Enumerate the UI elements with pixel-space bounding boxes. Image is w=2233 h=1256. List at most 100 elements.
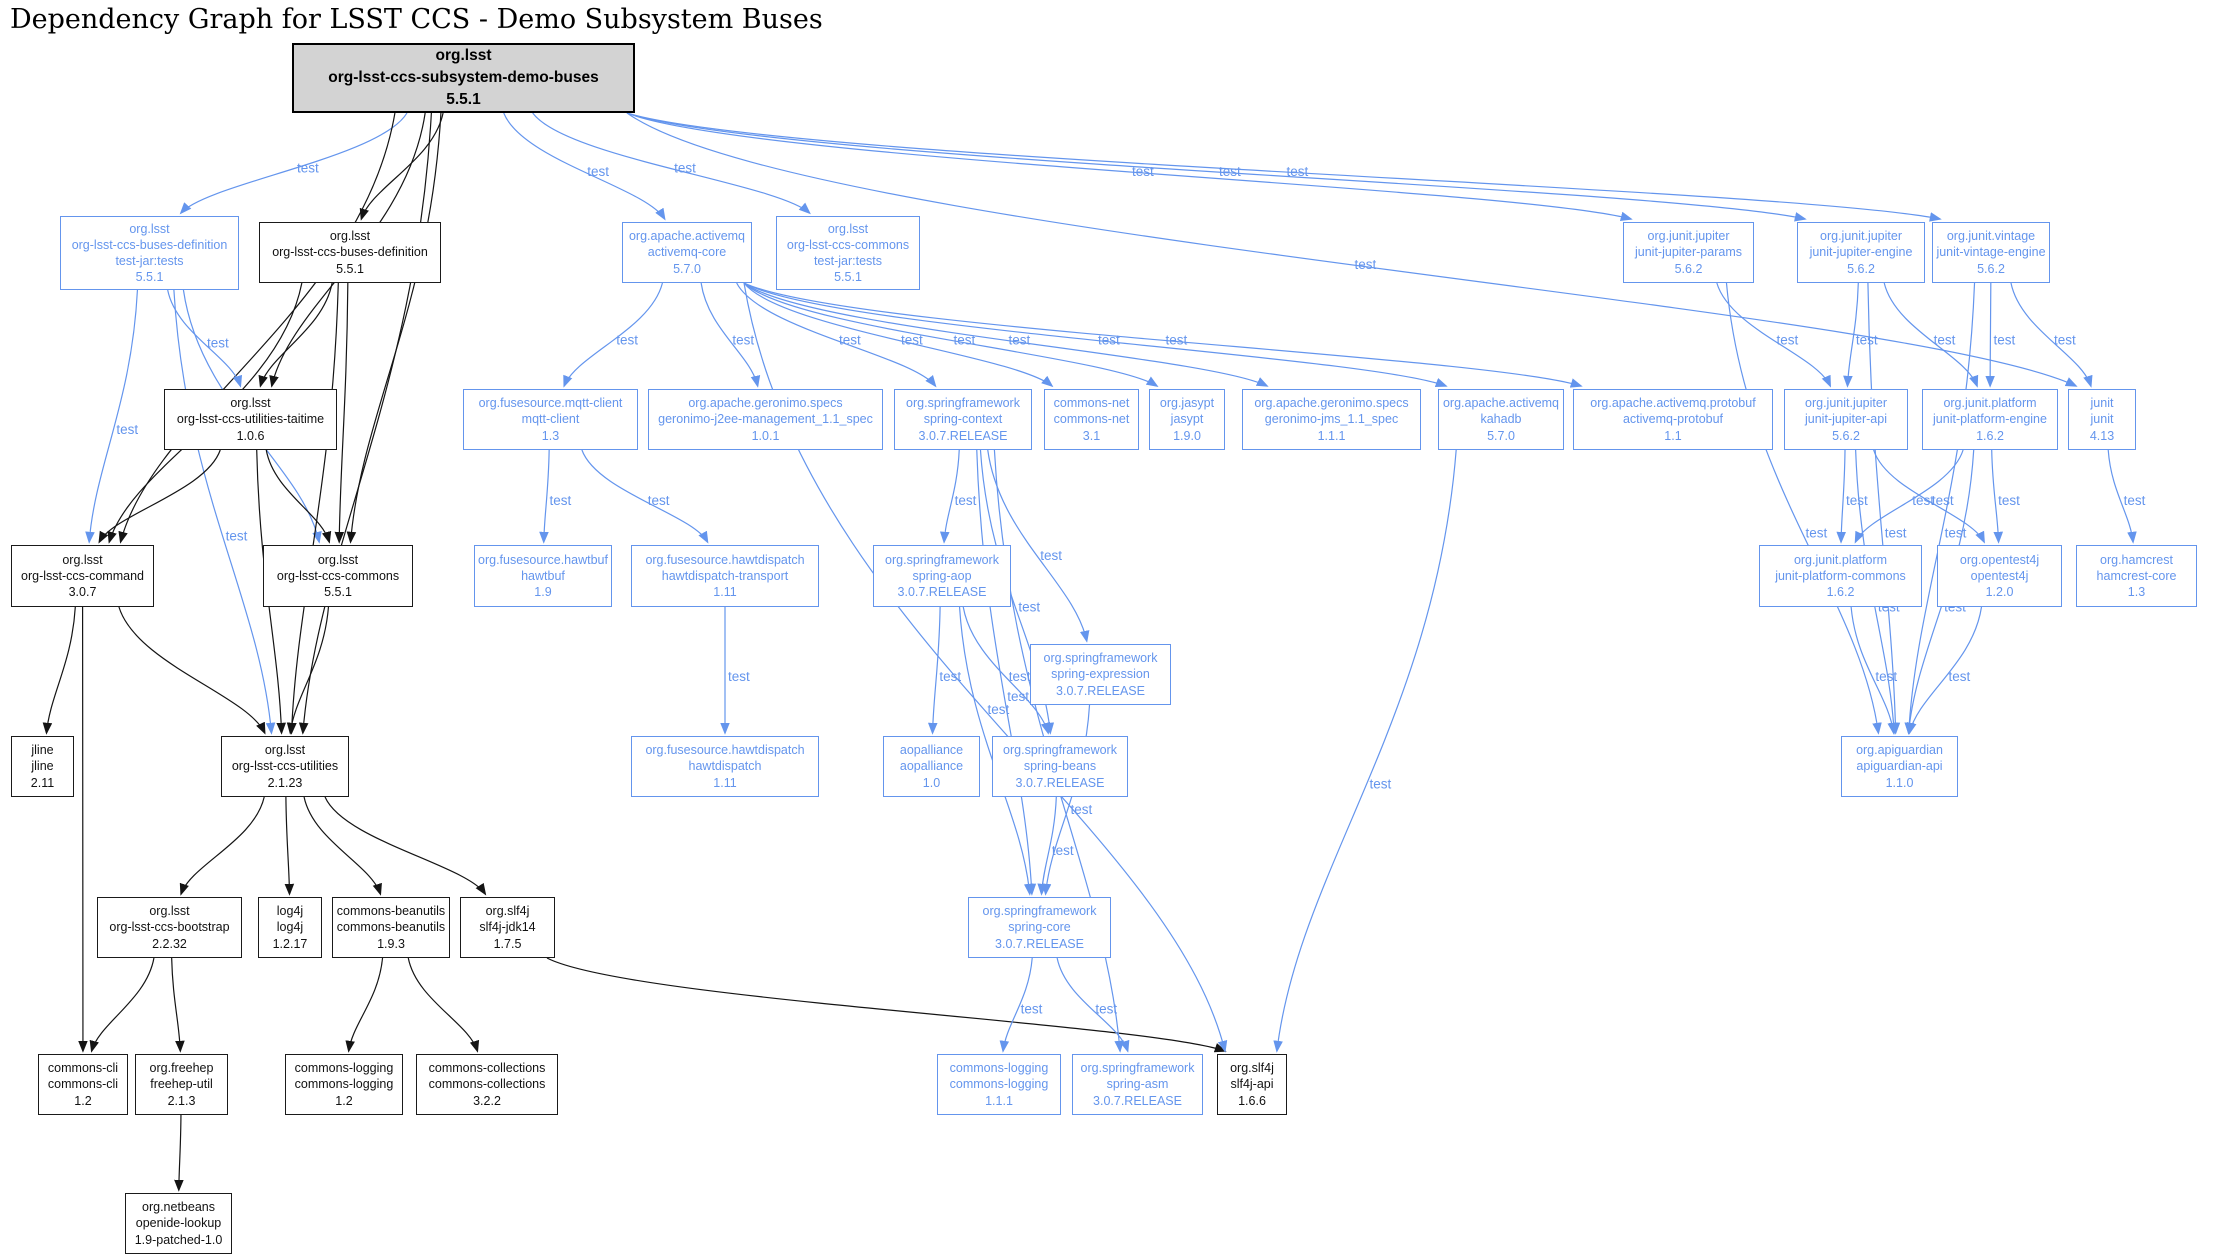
node-commons_tests[interactable]: org.lsstorg-lsst-ccs-commonstest-jar:tes… bbox=[776, 216, 920, 290]
edge-bootstrap-freehep bbox=[172, 958, 181, 1051]
edge-utilities-bootstrap bbox=[181, 797, 264, 894]
node-openide[interactable]: org.netbeansopenide-lookup1.9-patched-1.… bbox=[125, 1193, 232, 1254]
node-label-line: log4j bbox=[277, 919, 303, 935]
edge-scope-label: test bbox=[1071, 802, 1093, 817]
node-label-line: 1.6.2 bbox=[1976, 428, 2004, 444]
edge-scope-label: test bbox=[1219, 164, 1241, 179]
node-label-line: org.fusesource.mqtt-client bbox=[479, 395, 623, 411]
node-platform_engine[interactable]: org.junit.platformjunit-platform-engine1… bbox=[1922, 389, 2058, 450]
node-jupiter_api[interactable]: org.junit.jupiterjunit-jupiter-api5.6.2 bbox=[1784, 389, 1908, 450]
edge-scope-label: test bbox=[1021, 1002, 1043, 1017]
node-label-line: spring-asm bbox=[1107, 1076, 1169, 1092]
node-bootstrap[interactable]: org.lsstorg-lsst-ccs-bootstrap2.2.32 bbox=[97, 897, 242, 958]
node-slf4j_jdk14[interactable]: org.slf4jslf4j-jdk141.7.5 bbox=[460, 897, 555, 958]
node-label-line: 1.6.2 bbox=[1827, 584, 1855, 600]
node-label-line: jline bbox=[31, 758, 53, 774]
node-command[interactable]: org.lsstorg-lsst-ccs-command3.0.7 bbox=[11, 545, 154, 607]
node-root[interactable]: org.lsstorg-lsst-ccs-subsystem-demo-buse… bbox=[292, 43, 635, 113]
node-label-line: geronimo-j2ee-management_1.1_spec bbox=[658, 411, 873, 427]
node-spring_beans[interactable]: org.springframeworkspring-beans3.0.7.REL… bbox=[992, 736, 1128, 797]
node-label-line: log4j bbox=[277, 903, 303, 919]
node-jasypt[interactable]: org.jasyptjasypt1.9.0 bbox=[1149, 389, 1225, 450]
node-spring_core[interactable]: org.springframeworkspring-core3.0.7.RELE… bbox=[968, 897, 1111, 958]
node-spring_expression[interactable]: org.springframeworkspring-expression3.0.… bbox=[1030, 644, 1171, 705]
node-aopalliance[interactable]: aopallianceaopalliance1.0 bbox=[883, 736, 980, 797]
node-label-line: 1.0 bbox=[923, 775, 940, 791]
node-label-line: 2.2.32 bbox=[152, 936, 187, 952]
node-activemq_core[interactable]: org.apache.activemqactivemq-core5.7.0 bbox=[622, 222, 752, 283]
node-commons_cli[interactable]: commons-clicommons-cli1.2 bbox=[38, 1054, 128, 1115]
node-label-line: org.springframework bbox=[983, 903, 1097, 919]
node-utilities[interactable]: org.lsstorg-lsst-ccs-utilities2.1.23 bbox=[221, 736, 349, 797]
node-slf4j_api[interactable]: org.slf4jslf4j-api1.6.6 bbox=[1217, 1054, 1287, 1115]
node-ccs_commons[interactable]: org.lsstorg-lsst-ccs-commons5.5.1 bbox=[263, 545, 413, 607]
node-beanutils[interactable]: commons-beanutilscommons-beanutils1.9.3 bbox=[332, 897, 450, 958]
node-junit[interactable]: junitjunit4.13 bbox=[2068, 389, 2136, 450]
node-label-line: commons-beanutils bbox=[337, 903, 445, 919]
node-geronimo_j2ee[interactable]: org.apache.geronimo.specsgeronimo-j2ee-m… bbox=[648, 389, 883, 450]
edge-scope-label: test bbox=[1095, 1002, 1117, 1017]
node-hawt_transport[interactable]: org.fusesource.hawtdispatchhawtdispatch-… bbox=[631, 545, 819, 607]
node-freehep[interactable]: org.freehepfreehep-util2.1.3 bbox=[135, 1054, 228, 1115]
node-bd[interactable]: org.lsstorg-lsst-ccs-buses-definition5.5… bbox=[259, 222, 441, 283]
node-label-line: activemq-core bbox=[648, 244, 727, 260]
node-commons_net[interactable]: commons-netcommons-net3.1 bbox=[1044, 389, 1139, 450]
edge-vintage_engine-platform_engine bbox=[1990, 283, 1991, 386]
node-jupiter_engine[interactable]: org.junit.jupiterjunit-jupiter-engine5.6… bbox=[1797, 222, 1925, 283]
node-label-line: 3.0.7.RELEASE bbox=[995, 936, 1084, 952]
edge-scope-label: test bbox=[1287, 164, 1309, 179]
node-log4j[interactable]: log4jlog4j1.2.17 bbox=[258, 897, 322, 958]
node-hawtdispatch[interactable]: org.fusesource.hawtdispatchhawtdispatch1… bbox=[631, 736, 819, 797]
node-platform_commons[interactable]: org.junit.platformjunit-platform-commons… bbox=[1759, 545, 1922, 607]
node-protobuf[interactable]: org.apache.activemq.protobufactivemq-pro… bbox=[1573, 389, 1773, 450]
edge-scope-label: test bbox=[1777, 332, 1799, 347]
edge-bd_tests-utilities bbox=[174, 290, 272, 733]
node-jupiter_params[interactable]: org.junit.jupiterjunit-jupiter-params5.6… bbox=[1623, 222, 1754, 283]
edge-scope-label: test bbox=[839, 332, 861, 347]
node-hawtbuf[interactable]: org.fusesource.hawtbufhawtbuf1.9 bbox=[474, 545, 612, 607]
node-label-line: mqtt-client bbox=[522, 411, 580, 427]
node-label-line: org.springframework bbox=[1081, 1060, 1195, 1076]
node-mqtt_client[interactable]: org.fusesource.mqtt-clientmqtt-client1.3 bbox=[463, 389, 638, 450]
node-label-line: 3.2.2 bbox=[473, 1093, 501, 1109]
node-spring_context[interactable]: org.springframeworkspring-context3.0.7.R… bbox=[894, 389, 1032, 450]
edge-scope-label: test bbox=[1805, 525, 1827, 540]
node-opentest4j[interactable]: org.opentest4jopentest4j1.2.0 bbox=[1937, 545, 2062, 607]
node-commons_logging111[interactable]: commons-loggingcommons-logging1.1.1 bbox=[937, 1054, 1061, 1115]
node-label-line: org.apiguardian bbox=[1856, 742, 1943, 758]
node-label-line: 5.7.0 bbox=[1487, 428, 1515, 444]
node-label-line: org-lsst-ccs-commons bbox=[787, 237, 909, 253]
node-taitime[interactable]: org.lsstorg-lsst-ccs-utilities-taitime1.… bbox=[164, 389, 337, 450]
node-spring_aop[interactable]: org.springframeworkspring-aop3.0.7.RELEA… bbox=[873, 545, 1011, 607]
node-label-line: hawtdispatch bbox=[689, 758, 762, 774]
node-label-line: 2.11 bbox=[31, 775, 54, 791]
node-label-line: 1.1.1 bbox=[985, 1093, 1013, 1109]
node-label-line: 1.9 bbox=[534, 584, 551, 600]
node-label-line: junit-jupiter-params bbox=[1635, 244, 1742, 260]
node-jline[interactable]: jlinejline2.11 bbox=[11, 736, 74, 797]
node-hamcrest[interactable]: org.hamcresthamcrest-core1.3 bbox=[2076, 545, 2197, 607]
edge-bootstrap-commons_cli bbox=[92, 958, 154, 1051]
node-vintage_engine[interactable]: org.junit.vintagejunit-vintage-engine5.6… bbox=[1932, 222, 2050, 283]
node-commons_collections[interactable]: commons-collectionscommons-collections3.… bbox=[416, 1054, 558, 1115]
edge-scope-label: test bbox=[1009, 332, 1031, 347]
node-label-line: org.apache.geronimo.specs bbox=[688, 395, 842, 411]
node-label-line: commons-collections bbox=[429, 1076, 546, 1092]
node-label-line: 5.6.2 bbox=[1977, 261, 2005, 277]
node-apiguardian[interactable]: org.apiguardianapiguardian-api1.1.0 bbox=[1841, 736, 1958, 797]
edge-scope-label: test bbox=[1370, 776, 1392, 791]
node-spring_asm[interactable]: org.springframeworkspring-asm3.0.7.RELEA… bbox=[1072, 1054, 1203, 1115]
edge-scope-label: test bbox=[1885, 525, 1907, 540]
node-kahadb[interactable]: org.apache.activemqkahadb5.7.0 bbox=[1438, 389, 1564, 450]
node-bd_tests[interactable]: org.lsstorg-lsst-ccs-buses-definitiontes… bbox=[60, 216, 239, 290]
node-label-line: 1.11 bbox=[713, 584, 736, 600]
node-label-line: junit-platform-engine bbox=[1933, 411, 2047, 427]
node-label-line: jasypt bbox=[1171, 411, 1204, 427]
node-geronimo_jms[interactable]: org.apache.geronimo.specsgeronimo-jms_1.… bbox=[1242, 389, 1421, 450]
node-label-line: org.slf4j bbox=[1230, 1060, 1274, 1076]
node-label-line: org.junit.vintage bbox=[1947, 228, 2035, 244]
node-commons_logging12[interactable]: commons-loggingcommons-logging1.2 bbox=[285, 1054, 403, 1115]
node-label-line: org.hamcrest bbox=[2100, 552, 2173, 568]
node-label-line: org.apache.activemq.protobuf bbox=[1590, 395, 1755, 411]
node-label-line: 1.0.6 bbox=[237, 428, 265, 444]
